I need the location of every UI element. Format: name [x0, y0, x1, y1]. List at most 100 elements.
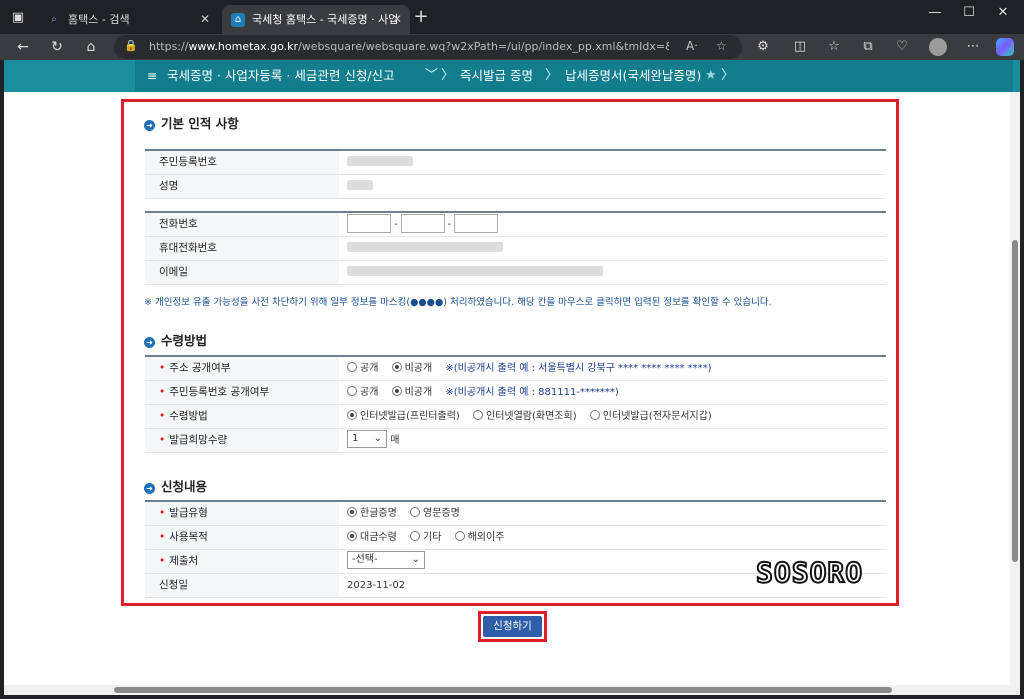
tab-actions-icon[interactable]: ▣ — [8, 8, 28, 28]
section-title-basic: ➜ 기본 인적 사항 — [144, 113, 239, 132]
radio-label: 인터넷열람(화면조회) — [486, 411, 577, 422]
breadcrumb-sub[interactable]: 즉시발급 증명 — [460, 60, 533, 92]
email-value[interactable] — [339, 261, 886, 284]
chevron-down-icon: ⌄ — [373, 433, 382, 444]
radio-label: 기타 — [423, 532, 442, 543]
row-label-text: 수령방법 — [169, 410, 208, 422]
favorites-icon[interactable]: ☆ — [823, 37, 845, 57]
url-prefix: https:// — [149, 40, 189, 53]
browser-window: ▣ ⌕ 홈택스 - 검색 ✕ ⌂ 국세청 홈택스 - 국세증명 · 사업 ✕ +… — [0, 0, 1024, 699]
more-icon[interactable]: ⋯ — [962, 37, 984, 57]
radio-emigration[interactable]: 해외이주 — [454, 531, 504, 543]
browser-essentials-icon[interactable]: ♡ — [891, 37, 913, 57]
url-text[interactable]: https://www.hometax.go.kr/websquare/webs… — [149, 35, 669, 59]
masked-value — [347, 242, 503, 252]
copies-field: 1 ⌄ 매 — [339, 429, 886, 452]
collections-icon[interactable]: ⧉ — [857, 37, 879, 57]
section-title-text: 기본 인적 사항 — [161, 116, 239, 131]
row-label: 휴대전화번호 — [145, 237, 339, 260]
row-label-text: 발급희망수량 — [169, 434, 228, 446]
chevron-down-icon: ⌄ — [411, 554, 420, 565]
close-tab-icon[interactable]: ✕ — [200, 5, 210, 34]
tab-label: 국세청 홈택스 - 국세증명 · 사업 — [252, 13, 399, 26]
example-note: ※(비공개시 출력 예 : 881111-*******) — [445, 387, 619, 398]
receive-method-table: • 주소 공개여부 공개 비공개 ※(비공개시 출력 예 : 서울특별시 강북구 … — [145, 355, 886, 453]
close-tab-icon[interactable]: ✕ — [392, 5, 402, 34]
resident-number-value[interactable] — [339, 151, 886, 174]
bookmark-star-icon[interactable]: ★ — [705, 60, 717, 92]
masked-value — [347, 180, 373, 190]
submit-to-select[interactable]: -선택- ⌄ — [347, 551, 425, 569]
radio-internet-wallet[interactable]: 인터넷발급(전자문서지갑) — [589, 410, 712, 422]
scroll-thumb[interactable] — [1012, 240, 1018, 562]
address-bar[interactable]: 🔒 https://www.hometax.go.kr/websquare/we… — [114, 35, 742, 59]
row-label: 성명 — [145, 175, 339, 198]
section-title-text: 신청내용 — [161, 479, 208, 494]
radio-private[interactable]: 비공개 — [391, 362, 432, 374]
radio-icon — [473, 410, 483, 420]
extensions-icon[interactable]: ⚙ — [752, 37, 774, 57]
table-row: • 발급희망수량 1 ⌄ 매 — [145, 429, 886, 453]
phone-field-2[interactable] — [400, 213, 445, 233]
mobile-value[interactable] — [339, 237, 886, 260]
favorite-star-icon[interactable]: ☆ — [716, 39, 727, 53]
profile-avatar[interactable] — [929, 38, 947, 56]
back-icon[interactable]: ← — [12, 37, 34, 57]
row-label: • 발급희망수량 — [145, 429, 339, 452]
breadcrumb: ≡ 국세증명 · 사업자등록 · 세금관련 신청/신고 ﹀ 〉 즉시발급 증명 … — [135, 60, 1013, 92]
tab-search[interactable]: ⌕ 홈택스 - 검색 ✕ — [38, 5, 218, 34]
radio-label: 비공개 — [404, 387, 433, 398]
radio-label: 공개 — [360, 363, 379, 374]
radio-icon — [410, 507, 420, 517]
phone-field-1[interactable] — [347, 213, 391, 233]
arrow-circle-icon: ➜ — [144, 120, 155, 131]
divider-icon: 〉 — [721, 68, 735, 83]
phone-field-3[interactable] — [454, 213, 499, 233]
row-label: 이메일 — [145, 261, 339, 284]
radio-checked-icon — [347, 507, 357, 517]
home-icon[interactable]: ⌂ — [80, 37, 102, 57]
scroll-thumb[interactable] — [114, 687, 892, 693]
radio-public[interactable]: 공개 — [347, 362, 379, 374]
radio-other[interactable]: 기타 — [410, 531, 442, 543]
row-label-text: 발급유형 — [169, 507, 208, 519]
read-aloud-icon[interactable]: Aᐧ — [686, 39, 697, 53]
table-row: • 주민등록번호 공개여부 공개 비공개 ※(비공개시 출력 예 : 881111… — [145, 381, 886, 405]
radio-english[interactable]: 영문증명 — [410, 507, 460, 519]
contact-table: 전화번호 -- 휴대전화번호 이메일 — [145, 211, 886, 285]
row-label-text: 주소 공개여부 — [169, 362, 231, 374]
copilot-icon[interactable] — [996, 38, 1014, 56]
table-row: • 수령방법 인터넷발급(프린터출력) 인터넷열람(화면조회) 인터넷발급(전자문… — [145, 405, 886, 429]
new-tab-icon[interactable]: + — [411, 7, 431, 27]
radio-internet-print[interactable]: 인터넷발급(프린터출력) — [347, 410, 460, 422]
tab-hometax[interactable]: ⌂ 국세청 홈택스 - 국세증명 · 사업 ✕ — [222, 5, 410, 34]
table-row: • 사용목적 대금수령 기타 해외이주 — [145, 526, 886, 550]
name-value[interactable] — [339, 175, 886, 198]
radio-internet-view[interactable]: 인터넷열람(화면조회) — [473, 410, 577, 422]
divider-icon: 〉 — [545, 68, 559, 83]
table-row: 성명 — [145, 175, 886, 199]
vertical-scrollbar[interactable] — [1010, 92, 1020, 695]
apply-button[interactable]: 신청하기 — [483, 616, 542, 637]
radio-public[interactable]: 공개 — [347, 386, 378, 398]
basic-info-table: 주민등록번호 성명 — [145, 149, 886, 199]
tab-bar: ▣ ⌕ 홈택스 - 검색 ✕ ⌂ 국세청 홈택스 - 국세증명 · 사업 ✕ +… — [0, 0, 1024, 34]
row-label: 신청일 — [145, 574, 339, 597]
chevron-down-icon[interactable]: ﹀ — [425, 60, 438, 92]
row-label-text: 제출처 — [169, 555, 199, 567]
hometax-icon: ⌂ — [231, 13, 245, 27]
split-screen-icon[interactable]: ◫ — [789, 37, 811, 57]
row-label: • 주민등록번호 공개여부 — [145, 381, 339, 404]
radio-private[interactable]: 비공개 — [391, 386, 433, 398]
row-label: • 주소 공개여부 — [145, 357, 339, 380]
refresh-icon[interactable]: ↻ — [46, 37, 68, 57]
radio-checked-icon — [391, 386, 402, 396]
menu-icon[interactable]: ≡ — [147, 60, 157, 92]
breadcrumb-main[interactable]: 국세증명 · 사업자등록 · 세금관련 신청/신고 — [167, 60, 395, 92]
nav-bar: ← ↻ ⌂ 🔒 https://www.hometax.go.kr/websqu… — [0, 34, 1024, 60]
copies-select[interactable]: 1 ⌄ — [347, 430, 387, 448]
radio-korean[interactable]: 한글증명 — [347, 507, 397, 519]
radio-payment[interactable]: 대금수령 — [347, 531, 397, 543]
horizontal-scrollbar[interactable] — [4, 685, 1010, 695]
close-window-icon[interactable]: ✕ — [980, 0, 1024, 28]
